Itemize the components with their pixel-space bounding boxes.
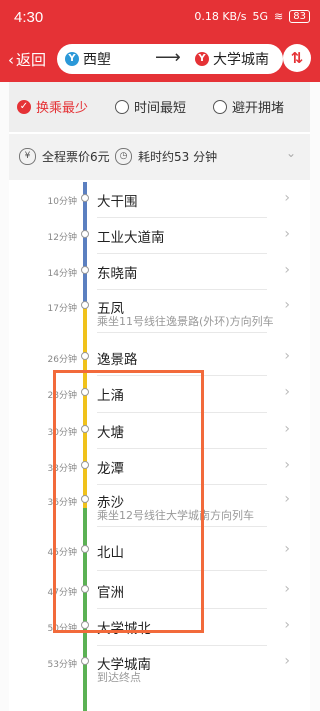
stop-dot [81, 230, 89, 238]
stop-name: 逸景路 [97, 352, 138, 368]
status-time: 4:30 [14, 9, 44, 26]
stop-name: 东晓南 [97, 266, 138, 282]
chevron-right-icon: › [284, 262, 290, 278]
status-icons: 0.18 KB/s 5G ≋ 83 [194, 10, 310, 23]
trip-info: ¥ 全程票价6元 ◷ 耗时约53 分钟 ⌄ [9, 134, 310, 180]
chevron-right-icon: › [284, 297, 290, 313]
arrow-right-icon: ⟶ [155, 47, 181, 68]
chevron-left-icon: ‹ [8, 50, 14, 69]
stop-time: 14分钟 [47, 269, 77, 279]
station-pin-icon: Y [195, 52, 209, 66]
route-options: ✓ 换乘最少 时间最短 避开拥堵 [9, 82, 310, 132]
option-label: 时间最短 [134, 101, 187, 116]
row-divider [97, 644, 267, 646]
stop-dot [81, 352, 89, 360]
option-fewest-transfers[interactable]: ✓ 换乘最少 [17, 97, 88, 116]
route-header: ‹ 返回 Y 西塱 ⟶ Y 大学城南 ⇅ [0, 36, 320, 82]
to-station-label: 大学城南 [213, 52, 269, 68]
duration-label: 耗时约53 分钟 [138, 150, 218, 164]
chevron-right-icon: › [284, 653, 290, 669]
row-divider [97, 217, 267, 218]
stop-time: 17分钟 [47, 304, 77, 314]
fare-info: ¥ 全程票价6元 [19, 148, 110, 165]
chevron-right-icon: › [284, 421, 290, 437]
fare-label: 全程票价6元 [42, 150, 110, 164]
chevron-right-icon: › [284, 384, 290, 400]
radio-checked-icon: ✓ [17, 99, 31, 114]
signal-icon: 5G [252, 10, 269, 23]
stop-time: 12分钟 [47, 233, 77, 243]
back-button[interactable]: ‹ 返回 [8, 49, 46, 70]
to-station[interactable]: Y 大学城南 [195, 49, 269, 69]
chevron-right-icon: › [284, 617, 290, 633]
back-label: 返回 [16, 51, 47, 69]
stop-note: 到达终点 [97, 671, 141, 684]
stop-name: 工业大道南 [97, 230, 165, 246]
yen-icon: ¥ [19, 148, 36, 165]
row-divider [97, 289, 267, 290]
station-pin-icon: Y [65, 52, 79, 66]
chevron-right-icon: › [284, 348, 290, 364]
chevron-right-icon: › [284, 491, 290, 507]
chevron-right-icon: › [284, 581, 290, 597]
radio-icon [115, 99, 129, 114]
net-speed: 0.18 KB/s [194, 10, 247, 23]
option-shortest-time[interactable]: 时间最短 [115, 97, 186, 116]
row-divider [97, 253, 267, 254]
stop-dot [81, 657, 89, 665]
status-bar: 4:30 0.18 KB/s 5G ≋ 83 [0, 0, 320, 36]
option-label: 换乘最少 [36, 101, 89, 116]
stop-name: 大干围 [97, 194, 138, 210]
row-divider [97, 332, 267, 333]
chevron-right-icon: › [284, 190, 290, 206]
stop-dot [81, 194, 89, 202]
chevron-right-icon: › [284, 457, 290, 473]
option-avoid-crowds[interactable]: 避开拥堵 [213, 97, 284, 116]
stop-note: 乘坐11号线往逸景路(外环)方向列车 [97, 315, 274, 328]
from-station-label: 西塱 [83, 52, 111, 68]
collapse-chevron-icon[interactable]: ⌄ [286, 146, 296, 160]
stop-time: 10分钟 [47, 197, 77, 207]
radio-icon [213, 99, 227, 114]
option-label: 避开拥堵 [232, 101, 285, 116]
stop-dot [81, 266, 89, 274]
highlight-box [53, 370, 204, 633]
chevron-right-icon: › [284, 541, 290, 557]
wifi-icon: ≋ [274, 10, 284, 23]
stop-time: 53分钟 [47, 660, 77, 670]
swap-icon[interactable]: ⇅ [283, 44, 311, 72]
stop-dot [81, 301, 89, 309]
battery-icon: 83 [289, 10, 310, 23]
from-station[interactable]: Y 西塱 [65, 49, 111, 69]
duration-info: ◷ 耗时约53 分钟 [115, 148, 217, 165]
clock-icon: ◷ [115, 148, 132, 165]
route-panel: ✓ 换乘最少 时间最短 避开拥堵 ¥ 全程票价6元 ◷ 耗时约53 分钟 ⌄ 1… [9, 82, 310, 711]
stop-time: 26分钟 [47, 355, 77, 365]
chevron-right-icon: › [284, 226, 290, 242]
route-selector[interactable]: Y 西塱 ⟶ Y 大学城南 [57, 44, 283, 74]
